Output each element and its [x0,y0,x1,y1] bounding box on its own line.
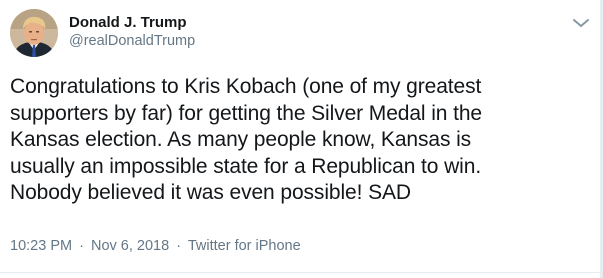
chevron-down-icon[interactable] [570,15,592,31]
tweet-source[interactable]: Twitter for iPhone [188,238,301,254]
avatar-image [10,9,58,57]
tweet-text-line: Kansas election. As many people know, Ka… [10,128,472,151]
tweet-text-line: usually an impossible state for a Republ… [10,154,482,178]
tweet-meta: 10:23 PM · Nov 6, 2018 · Twitter for iPh… [10,237,301,255]
tweet-time[interactable]: 10:23 PM [10,238,72,254]
tweet-text-line: supporters by far) for getting the Silve… [10,101,483,125]
tweet-card: Donald J. Trump @realDonaldTrump Congrat… [0,0,603,278]
tweet-text-line: Congratulations to Kris Kobach (one of m… [10,75,482,98]
author-display-name[interactable]: Donald J. Trump [69,13,195,32]
avatar[interactable] [10,9,58,57]
tweet-date[interactable]: Nov 6, 2018 [91,238,169,254]
author-names: Donald J. Trump @realDonaldTrump [69,13,195,51]
tweet-text: Congratulations to Kris Kobach (one of m… [10,74,594,207]
author-handle[interactable]: @realDonaldTrump [69,32,195,51]
tweet-text-line: Nobody believed it was even possible! SA… [10,181,411,204]
meta-separator: · [79,238,84,254]
divider [0,272,600,273]
tweet-header: Donald J. Trump @realDonaldTrump [10,9,590,57]
meta-separator: · [176,238,182,254]
